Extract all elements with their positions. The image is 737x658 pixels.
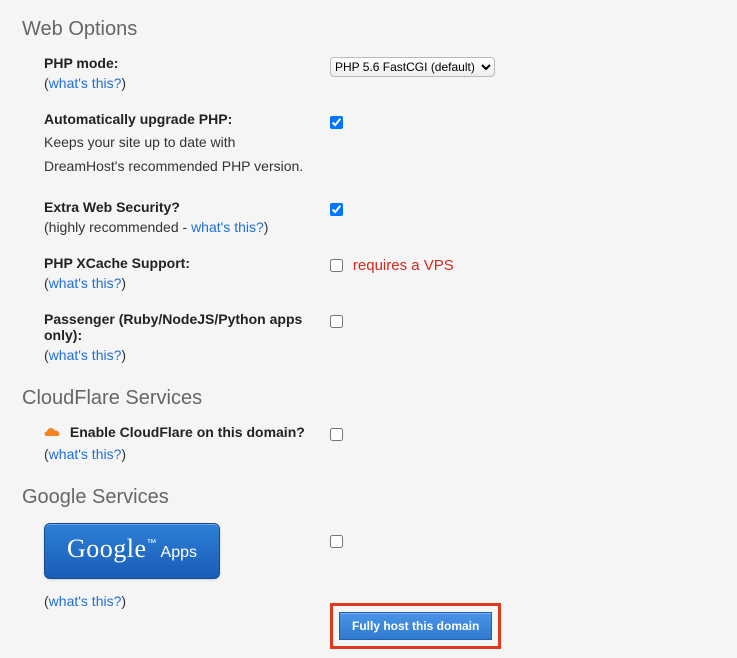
passenger-hint: (what's this?)	[44, 347, 310, 363]
passenger-whats-this-link[interactable]: what's this?	[49, 347, 122, 363]
fully-host-domain-button[interactable]: Fully host this domain	[339, 612, 492, 640]
xcache-whats-this-link[interactable]: what's this?	[49, 275, 122, 291]
xcache-label: PHP XCache Support:	[44, 255, 190, 271]
php-mode-label: PHP mode:	[44, 55, 118, 71]
cloudflare-whats-this-link[interactable]: what's this?	[49, 446, 122, 462]
php-mode-whats-this-link[interactable]: what's this?	[49, 75, 122, 91]
xcache-hint: (what's this?)	[44, 275, 310, 291]
section-title-cloudflare: CloudFlare Services	[22, 387, 737, 410]
cloudflare-icon	[44, 426, 62, 442]
row-auto-upgrade-php: Automatically upgrade PHP: Keeps your si…	[0, 105, 737, 185]
extra-security-whats-this-link[interactable]: what's this?	[191, 219, 264, 235]
row-passenger: Passenger (Ruby/NodeJS/Python apps only)…	[0, 305, 737, 369]
row-php-xcache: PHP XCache Support: (what's this?) requi…	[0, 249, 737, 297]
php-mode-select[interactable]: PHP 5.6 FastCGI (default)	[330, 57, 495, 77]
php-mode-hint: (what's this?)	[44, 75, 310, 91]
google-apps-whats-this-link[interactable]: what's this?	[49, 593, 122, 609]
row-extra-web-security: Extra Web Security? (highly recommended …	[0, 193, 737, 241]
row-php-mode: PHP mode: (what's this?) PHP 5.6 FastCGI…	[0, 49, 737, 97]
google-apps-badge: Google™Apps	[44, 523, 220, 579]
auto-upgrade-label: Automatically upgrade PHP:	[44, 111, 232, 127]
cloudflare-hint: (what's this?)	[44, 446, 310, 462]
section-title-web-options: Web Options	[22, 18, 737, 41]
auto-upgrade-desc: Keeps your site up to date with DreamHos…	[44, 131, 310, 179]
google-apps-checkbox[interactable]	[330, 535, 343, 548]
row-cloudflare-enable: Enable CloudFlare on this domain? (what'…	[0, 418, 737, 468]
google-apps-hint: (what's this?)	[44, 593, 310, 609]
submit-highlight-box: Fully host this domain	[330, 603, 501, 649]
auto-upgrade-checkbox[interactable]	[330, 116, 343, 129]
extra-security-checkbox[interactable]	[330, 203, 343, 216]
cloudflare-enable-label: Enable CloudFlare on this domain?	[70, 424, 305, 440]
xcache-requires-vps-note: requires a VPS	[353, 257, 454, 274]
extra-security-label: Extra Web Security?	[44, 199, 180, 215]
row-google-apps: Google™Apps (what's this?) Fully host th…	[0, 517, 737, 655]
xcache-checkbox[interactable]	[330, 259, 343, 272]
extra-security-hint: (highly recommended - what's this?)	[44, 219, 310, 235]
section-title-google: Google Services	[22, 486, 737, 509]
cloudflare-checkbox[interactable]	[330, 428, 343, 441]
passenger-checkbox[interactable]	[330, 315, 343, 328]
passenger-label: Passenger (Ruby/NodeJS/Python apps only)…	[44, 311, 302, 343]
